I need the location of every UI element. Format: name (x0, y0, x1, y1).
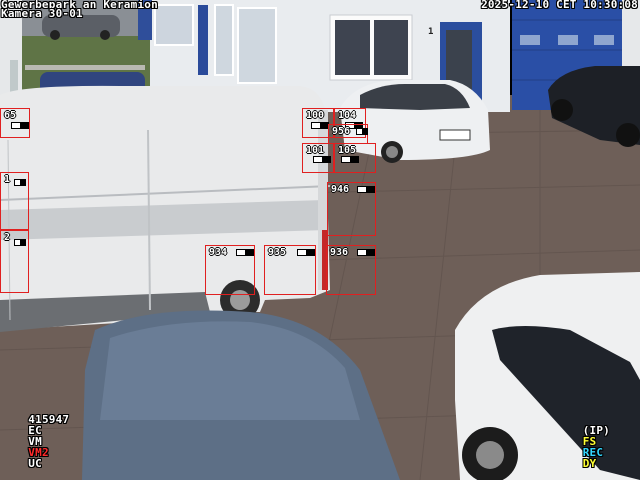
camera-image (0, 0, 640, 480)
zone-indicator (357, 186, 375, 193)
dy-indicator: DY (582, 457, 597, 470)
zone-label: 936 (330, 247, 349, 258)
zone-label: 101 (306, 145, 325, 156)
detection-zone-936[interactable]: 936 (326, 245, 376, 295)
zone-label: 956 (332, 126, 351, 137)
detection-zone-946[interactable]: 946 (327, 182, 376, 236)
zone-indicator (14, 179, 26, 186)
status-flag: UC (28, 457, 42, 470)
zone-label: 935 (268, 247, 287, 258)
zone-label: 65 (4, 110, 17, 121)
detection-zone-956[interactable]: 956 (328, 124, 368, 144)
zone-indicator (311, 122, 329, 129)
zone-label: 934 (209, 247, 228, 258)
zone-indicator (14, 239, 26, 246)
zone-indicator (356, 128, 368, 135)
zone-indicator (341, 156, 359, 163)
zone-label: 1 (4, 174, 11, 185)
zone-indicator (11, 122, 29, 129)
detection-zone-934[interactable]: 934 (205, 245, 255, 295)
zone-indicator (297, 249, 315, 256)
zone-label: 2 (4, 232, 11, 243)
zone-indicator (236, 249, 254, 256)
zone-label: 104 (338, 110, 357, 121)
detection-zone-1[interactable]: 1 (0, 172, 29, 230)
camera-name-label: Kamera 30-01 (1, 7, 83, 20)
detection-zone-105[interactable]: 105 (334, 143, 376, 173)
datetime-label: 2025-12-10 CET 10:30:08 (481, 0, 638, 11)
detection-zone-935[interactable]: 935 (264, 245, 316, 295)
zone-label: 946 (331, 184, 350, 195)
status-bar-right: (IP) FS REC DY (549, 414, 610, 480)
status-bar-left: 415947 EC VM VM2 UC (1, 403, 75, 480)
zone-label: 105 (338, 145, 357, 156)
detection-zone-101[interactable]: 101 (302, 143, 334, 173)
detection-zone-65[interactable]: 65 (0, 108, 30, 138)
zone-indicator (357, 249, 375, 256)
zone-label: 100 (306, 110, 325, 121)
camera-viewport: 1 Gewerbepark an Keramion Kamera 30-01 2… (0, 0, 640, 480)
building-number-sign: 1 (428, 27, 434, 37)
zone-indicator (313, 156, 331, 163)
detection-zone-2[interactable]: 2 (0, 230, 29, 293)
